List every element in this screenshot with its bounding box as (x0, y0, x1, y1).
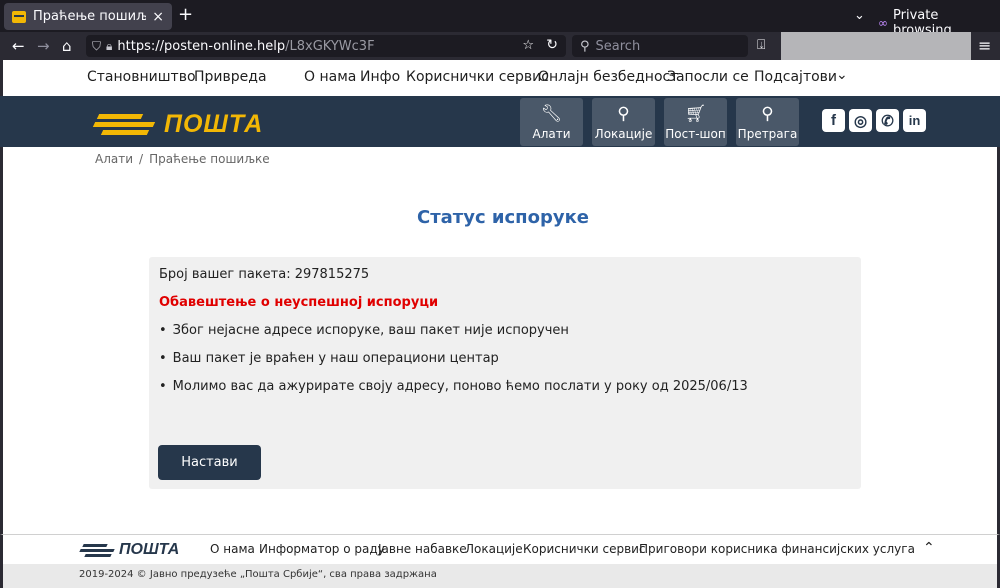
footer-link-locations[interactable]: Локације (465, 542, 523, 556)
bullet-icon: • (159, 379, 167, 394)
tab-list-chevron-icon[interactable]: ⌄ (854, 8, 865, 23)
status-bullet-text: Због нејасне адресе испоруке, ваш пакет … (172, 323, 569, 338)
post-shop-label: Пост-шоп (665, 126, 726, 141)
home-icon[interactable]: ⌂ (62, 37, 72, 55)
browser-nav-bar: ← → ⌂ ⛉ 🔒︎ https://posten-online.help /L… (0, 32, 1000, 60)
scroll-up-chevron-icon[interactable]: ⌃ (923, 540, 935, 556)
breadcrumb-current: Праћење пошиљке (149, 152, 270, 166)
footer-link-work-info[interactable]: Информатор о раду (259, 542, 385, 556)
tracking-shield-icon[interactable]: ⛉ (92, 39, 101, 54)
reload-icon[interactable]: ↻ (546, 37, 558, 53)
copyright-bar: 2019-2024 © Јавно предузеће „Пошта Србиј… (0, 564, 1000, 588)
search-placeholder: Search (595, 38, 641, 54)
site-header: ПОШТА 🔧︎ Алати ⚲ Локације 🛒︎ Пост-шоп ⚲ … (0, 96, 1000, 147)
chevron-down-icon[interactable]: ⌄ (836, 67, 848, 83)
footer-logo[interactable]: ПОШТА (79, 541, 179, 559)
private-mask-icon: ∞ (878, 16, 888, 30)
padlock-icon[interactable]: 🔒︎ (106, 39, 112, 54)
wrench-icon: 🔧︎ (540, 103, 563, 124)
search-label: Претрага (737, 126, 798, 141)
back-arrow-icon[interactable]: ← (12, 37, 25, 55)
bullet-icon: • (159, 351, 167, 366)
map-pin-icon: ⚲ (617, 103, 630, 124)
breadcrumb-tools-link[interactable]: Алати (95, 152, 133, 166)
page-body: Алати / Праћење пошиљке Статус испоруке Бр… (0, 147, 1000, 534)
bullet-icon: • (159, 323, 167, 338)
facebook-icon[interactable]: f (822, 109, 845, 132)
forward-arrow-icon[interactable]: → (37, 37, 50, 55)
nav-item-online-safety[interactable]: Онлајн безбедност (538, 69, 678, 85)
footer-logo-text: ПОШТА (119, 541, 180, 558)
status-bullet-item: • Ваш пакет је враћен у наш операциони це… (159, 351, 499, 366)
bookmark-star-icon[interactable]: ☆ (522, 38, 534, 53)
nav-item-info[interactable]: Инфо (360, 69, 400, 85)
footer-link-about[interactable]: О нама (210, 542, 255, 556)
search-icon: ⚲ (761, 103, 774, 124)
hamburger-menu-icon[interactable]: ≡ (978, 36, 991, 55)
status-bullet-item: • Због нејасне адресе испоруке, ваш пакет… (159, 323, 569, 338)
site-top-nav: Становништво Привреда О нама Инфо Корисн… (0, 60, 1000, 96)
browser-search-input[interactable]: ⚲ Search (572, 35, 748, 57)
browser-tab[interactable]: Праћење пошиљке × (4, 3, 172, 30)
browser-tab-bar: Праћење пошиљке × + ⌄ ∞ Private browsing (0, 0, 1000, 38)
address-bar[interactable]: ⛉ 🔒︎ https://posten-online.help /L8xGKYW… (86, 35, 566, 57)
cart-icon: 🛒︎ (684, 103, 707, 124)
tab-title: Праћење пошиљке (33, 9, 147, 24)
breadcrumb-separator: / (139, 152, 144, 166)
search-button[interactable]: ⚲ Претрага (736, 98, 799, 146)
status-bullet-text: Ваш пакет је враћен у наш операциони цен… (172, 351, 499, 366)
nav-item-business[interactable]: Привреда (194, 69, 267, 85)
footer-link-procurement[interactable]: Јавне набавке (378, 542, 467, 556)
instagram-icon[interactable]: ◎ (849, 109, 872, 132)
posta-logo[interactable]: ПОШТА (92, 110, 263, 139)
delivery-failure-alert: Обавештење о неуспешној испоруци (159, 295, 439, 310)
post-favicon-icon (12, 10, 26, 23)
nav-item-residents[interactable]: Становништво (87, 69, 196, 85)
locations-label: Локације (594, 126, 653, 141)
footer-link-complaints[interactable]: Приговори корисника финансијских услуга (639, 542, 915, 556)
search-icon: ⚲ (580, 38, 590, 54)
nav-item-about[interactable]: О нама (304, 69, 356, 85)
logo-text: ПОШТА (164, 110, 264, 138)
nav-item-careers[interactable]: Запосли се (667, 69, 749, 85)
tools-button[interactable]: 🔧︎ Алати (520, 98, 583, 146)
status-card: Број вашег пакета: 297815275 Обавештење … (149, 257, 861, 489)
url-path: /L8xGKYWc3F (285, 38, 375, 54)
breadcrumb: Алати / Праћење пошиљке (95, 152, 270, 166)
redacted-toolbar-area (781, 32, 971, 60)
locations-button[interactable]: ⚲ Локације (592, 98, 655, 146)
status-title: Статус испоруке (416, 207, 590, 228)
logo-wings-icon (92, 112, 160, 138)
new-tab-button[interactable]: + (178, 6, 193, 24)
tools-label: Алати (532, 126, 571, 141)
save-to-pocket-icon[interactable]: ⍗ (757, 37, 765, 53)
site-footer: ПОШТА О нама Информатор о раду Јавне наб… (0, 534, 1000, 564)
continue-button[interactable]: Настави (158, 445, 261, 480)
tab-close-button[interactable]: × (152, 9, 164, 25)
status-bullet-text: Молимо вас да ажурирате своју адресу, по… (172, 379, 748, 394)
post-shop-button[interactable]: 🛒︎ Пост-шоп (664, 98, 727, 146)
url-host: https://posten-online.help (117, 38, 286, 54)
footer-link-customer-service[interactable]: Кориснички сервис (523, 542, 646, 556)
viber-icon[interactable]: ✆ (876, 109, 899, 132)
nav-item-customer-service[interactable]: Кориснички сервис (406, 69, 549, 85)
package-number-text: Број вашег пакета: 297815275 (159, 267, 370, 282)
nav-item-subsites[interactable]: Подсајтови (754, 69, 837, 85)
linkedin-icon[interactable]: in (903, 109, 926, 132)
status-bullet-item: • Молимо вас да ажурирате своју адресу, п… (159, 379, 748, 394)
footer-logo-wings-icon (79, 543, 117, 557)
